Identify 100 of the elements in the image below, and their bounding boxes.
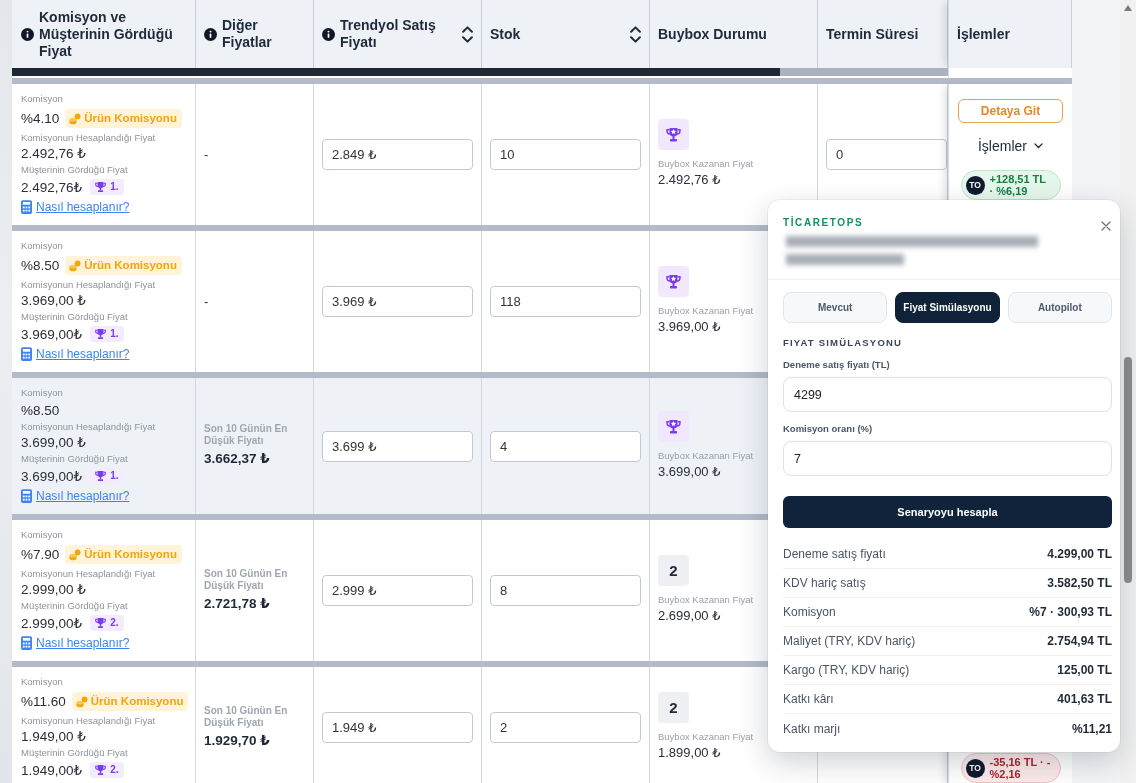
column-header: Diğer Fiyatlar — [222, 17, 273, 51]
commission-label: Komisyon — [21, 386, 63, 400]
horizontal-scrollbar[interactable] — [12, 68, 948, 76]
result-label: Komisyon — [783, 605, 836, 619]
coins-icon — [75, 695, 88, 708]
tab[interactable]: Fiyat Simülasyonu — [895, 292, 1000, 323]
close-icon[interactable] — [1101, 221, 1111, 231]
sale-price-input[interactable]: 1.949 ₺ — [322, 712, 473, 743]
trophy-icon — [95, 471, 107, 481]
sale-price-input[interactable]: 2.849 ₺ — [322, 139, 473, 170]
sale-price-input[interactable]: 3.969 ₺ — [322, 286, 473, 317]
brand-name: TİCARETOPS — [783, 218, 864, 228]
price-label: Komisyonun Hesaplandığı Fiyat — [21, 278, 156, 292]
commission-type-label: Ürün Komisyonu — [90, 694, 184, 709]
result-label: Katkı kârı — [783, 692, 834, 706]
lowest-price-value: 3.662,37 ₺ — [204, 450, 270, 468]
sort-icon[interactable] — [630, 25, 641, 43]
trophy-icon — [658, 119, 689, 150]
profit-text: +128,51 TL · %6,19 — [989, 173, 1047, 197]
price-value: 3.969,00 ₺ — [21, 292, 86, 310]
price-label: Komisyonun Hesaplandığı Fiyat — [21, 420, 156, 434]
stock-input[interactable]: 2 — [490, 712, 641, 743]
buybox-label: Buybox Kazanan Fiyat — [658, 731, 754, 743]
price-value: 1.949,00 ₺ — [21, 728, 86, 746]
rank-label: 1. — [110, 328, 119, 340]
buybox-price: 3.699,00 ₺ — [658, 462, 721, 481]
sort-icon[interactable] — [462, 25, 473, 43]
calculate-button[interactable]: Senaryoyu hesapla — [783, 496, 1112, 528]
rank-label: 2. — [110, 617, 119, 629]
buybox-label: Buybox Kazanan Fiyat — [658, 594, 754, 606]
rank-label: 1. — [110, 470, 119, 482]
coins-icon — [69, 112, 82, 125]
info-icon[interactable] — [204, 27, 217, 41]
lowest-price-label: Son 10 Günün En Düşük Fiyatı — [204, 704, 289, 729]
result-value: 125,00 TL — [1057, 663, 1112, 677]
result-value: 2.754,94 TL — [1047, 634, 1112, 648]
commission-rate: %8.50 — [21, 402, 60, 418]
empty-value: - — [204, 294, 209, 309]
avatar: TO — [965, 175, 985, 195]
price-label: Komisyonun Hesaplandığı Fiyat — [21, 131, 156, 145]
info-icon[interactable] — [322, 27, 335, 41]
result-label: Kargo (TRY, KDV hariç) — [783, 663, 910, 677]
input-field[interactable]: 4299 — [783, 377, 1112, 412]
input-field[interactable]: 7 — [783, 441, 1112, 476]
lowest-price-value: 2.721,78 ₺ — [204, 594, 270, 613]
scroll-up-icon[interactable] — [1124, 5, 1132, 11]
price-value: 2.492,76₺ — [21, 179, 83, 195]
sale-price-input[interactable]: 3.699 ₺ — [322, 430, 473, 462]
lead-time-input[interactable]: 0 — [826, 139, 947, 170]
how-calculated-link[interactable]: Nasıl hesaplanır? — [36, 347, 130, 361]
column-header: Buybox Durumu — [658, 25, 767, 43]
buybox-label: Buybox Kazanan Fiyat — [658, 158, 754, 170]
calculator-icon — [21, 200, 32, 214]
result-value: %11,21 — [1071, 721, 1112, 736]
commission-label: Komisyon — [21, 528, 63, 542]
trophy-icon — [95, 182, 107, 192]
price-value: 2.999,00 ₺ — [21, 581, 86, 599]
column-header: İşlemler — [957, 25, 1010, 43]
price-value: 2.999,00₺ — [21, 615, 83, 631]
lowest-price-label: Son 10 Günün En Düşük Fiyatı — [204, 423, 289, 447]
trophy-icon — [658, 410, 689, 442]
trophy-icon — [658, 266, 689, 297]
trophy-icon — [95, 618, 107, 628]
result-label: Katkı marjı — [783, 721, 841, 736]
tab[interactable]: Autopilot — [1007, 292, 1112, 323]
price-value: 3.969,00₺ — [21, 326, 83, 342]
buybox-price: 1.899,00 ₺ — [658, 744, 721, 762]
buybox-price: 3.969,00 ₺ — [658, 318, 721, 336]
trophy-icon — [95, 329, 107, 339]
stock-input[interactable]: 10 — [490, 139, 641, 170]
tab[interactable]: Mevcut — [783, 292, 888, 323]
sale-price-input[interactable]: 2.999 ₺ — [322, 575, 473, 606]
result-label: KDV hariç satış — [783, 576, 866, 590]
how-calculated-link[interactable]: Nasıl hesaplanır? — [36, 636, 130, 650]
result-value: 4.299,00 TL — [1047, 547, 1112, 561]
price-label: Komisyonun Hesaplandığı Fiyat — [21, 714, 156, 728]
info-icon[interactable] — [21, 27, 34, 41]
buybox-rank: 2 — [658, 555, 689, 586]
price-value: 3.699,00 ₺ — [21, 434, 86, 452]
profit-text: -35,16 TL · -%2,16 — [989, 756, 1052, 780]
buybox-price: 2.699,00 ₺ — [658, 607, 721, 625]
trophy-icon — [95, 765, 107, 775]
scrollbar-thumb[interactable] — [1124, 357, 1132, 583]
calculator-icon — [21, 489, 32, 503]
section-title: FIYAT SIMÜLASYONU — [783, 337, 904, 349]
stock-input[interactable]: 4 — [490, 430, 641, 462]
commission-type-label: Ürün Komisyonu — [84, 111, 177, 126]
price-label: Komisyonun Hesaplandığı Fiyat — [21, 567, 156, 581]
vertical-scrollbar[interactable] — [1120, 0, 1136, 783]
commission-label: Komisyon — [21, 92, 63, 106]
how-calculated-link[interactable]: Nasıl hesaplanır? — [36, 200, 130, 214]
coins-icon — [69, 548, 82, 561]
price-value: 2.492,76 ₺ — [21, 145, 86, 163]
result-value: %7 · 300,93 TL — [1029, 605, 1112, 619]
actions-dropdown[interactable]: İşlemler — [976, 135, 1045, 157]
price-label: Müşterinin Gördüğü Fiyat — [21, 163, 128, 177]
caret-icon — [1034, 143, 1043, 149]
stock-input[interactable]: 118 — [490, 286, 641, 317]
stock-input[interactable]: 8 — [490, 575, 641, 606]
scrollbar-thumb[interactable] — [12, 68, 780, 76]
